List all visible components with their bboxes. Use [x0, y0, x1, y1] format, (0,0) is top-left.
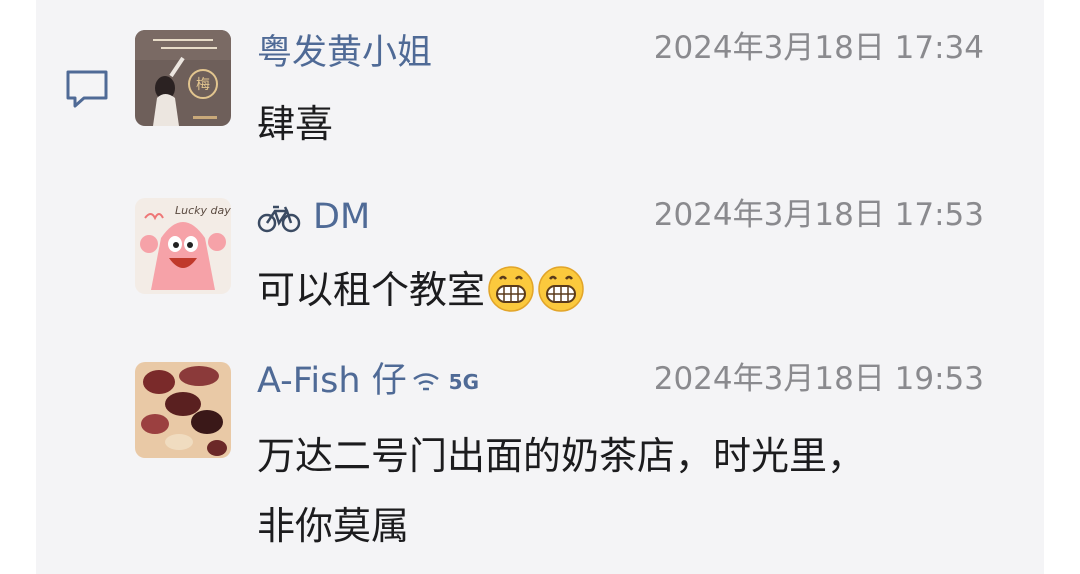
comment-icon[interactable]	[62, 66, 112, 110]
svg-text:梅: 梅	[196, 77, 210, 93]
avatar[interactable]: 梅	[135, 30, 231, 126]
comment-time: 2024年3月18日 17:34	[653, 30, 984, 66]
avatar[interactable]: Lucky day	[135, 198, 231, 294]
comment-author[interactable]: 粤发黄小姐	[257, 36, 432, 71]
avatar-text: Lucky day	[175, 204, 231, 217]
comment-text: 万达二号门出面的奶茶店，时光里，	[257, 434, 866, 478]
comment-author[interactable]: A-Fish 仔	[257, 364, 407, 399]
comment-text: 可以租个教室	[257, 268, 486, 312]
comment-author[interactable]: DM	[313, 200, 370, 235]
comment-text-row: 可以租个教室	[257, 250, 987, 330]
grinning-emoji-icon	[538, 266, 584, 312]
comment-author-row: A-Fish 仔 5G	[257, 364, 479, 399]
comment-author-row: DM	[257, 200, 370, 235]
wifi-icon	[412, 372, 439, 390]
comment-text: 肆喜	[257, 102, 334, 146]
comment-text: 非你莫属	[257, 504, 410, 548]
network-badge: 5G	[448, 369, 479, 394]
comment-time: 2024年3月18日 17:53	[653, 197, 984, 233]
bicycle-icon	[257, 205, 301, 232]
avatar[interactable]	[135, 362, 231, 458]
comment-time: 2024年3月18日 19:53	[653, 361, 984, 397]
grinning-emoji-icon	[488, 266, 534, 312]
